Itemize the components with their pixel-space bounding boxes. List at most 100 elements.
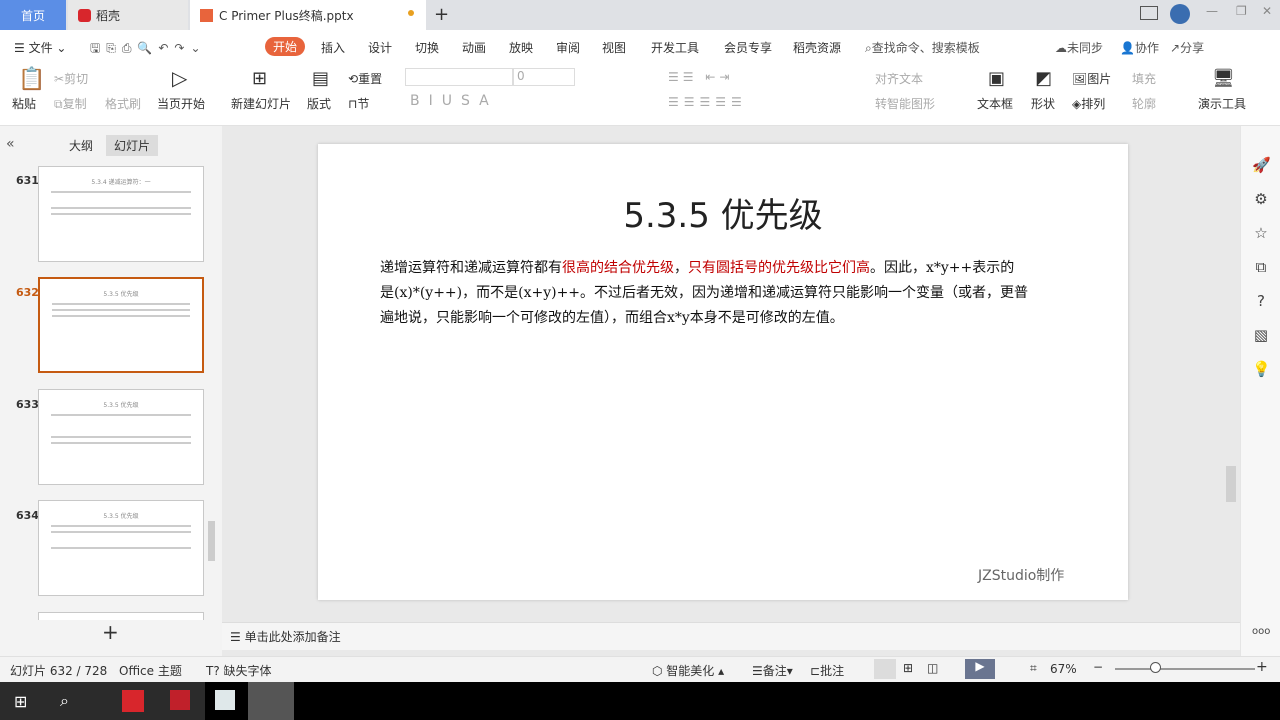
- normal-view-button[interactable]: [874, 659, 896, 679]
- paste-button[interactable]: 粘贴: [12, 95, 36, 112]
- slide-sorter-button[interactable]: ⊞: [903, 661, 913, 675]
- fill-button[interactable]: 填充: [1132, 70, 1156, 87]
- smart-art-button[interactable]: 转智能图形: [875, 95, 935, 112]
- right-sidebar: 🚀 ⚙ ☆ ⧉ ? ▧ 💡 ooo: [1240, 126, 1280, 656]
- font-style-buttons[interactable]: BIUSA: [410, 93, 498, 109]
- zoom-in-button[interactable]: +: [1256, 659, 1268, 675]
- menu-docer-resources[interactable]: 稻壳资源: [793, 39, 841, 56]
- notes-button[interactable]: ☰备注▾: [752, 662, 793, 679]
- menu-transition[interactable]: 切换: [415, 39, 439, 56]
- search-icon[interactable]: ⌕: [60, 691, 69, 711]
- tab-outline[interactable]: 大纲: [69, 137, 93, 154]
- cut-button[interactable]: ✂剪切: [54, 70, 88, 87]
- slideshow-icon[interactable]: ⧉: [1252, 258, 1270, 276]
- menu-design[interactable]: 设计: [368, 39, 392, 56]
- menu-slideshow[interactable]: 放映: [509, 39, 533, 56]
- collapse-panel-icon[interactable]: «: [6, 136, 15, 152]
- more-icon[interactable]: ooo: [1252, 626, 1270, 644]
- reading-view-button[interactable]: ◫: [927, 661, 938, 675]
- reset-button[interactable]: ⟲重置: [348, 70, 382, 87]
- slide-thumbnail[interactable]: 5.3.5 优先级: [38, 389, 204, 485]
- file-menu[interactable]: ☰ 文件 ⌄: [14, 39, 66, 56]
- zoom-level[interactable]: 67%: [1050, 662, 1077, 676]
- theme-name[interactable]: Office 主题: [119, 662, 182, 679]
- help-icon[interactable]: ?: [1252, 292, 1270, 310]
- layout-icon[interactable]: [1140, 6, 1158, 20]
- minimize-button[interactable]: —: [1206, 4, 1218, 18]
- slide-thumbnail[interactable]: [38, 612, 204, 620]
- slide-title[interactable]: 5.3.5 优先级: [318, 188, 1128, 237]
- menu-developer[interactable]: 开发工具: [651, 39, 699, 56]
- menu-review[interactable]: 审阅: [556, 39, 580, 56]
- textbox-button[interactable]: 文本框: [977, 95, 1013, 112]
- list-buttons[interactable]: ☰☰ ⇤⇥: [668, 70, 733, 84]
- avatar[interactable]: [1170, 4, 1190, 24]
- menu-view[interactable]: 视图: [602, 39, 626, 56]
- layout-button[interactable]: 版式: [307, 95, 331, 112]
- missing-font-button[interactable]: T? 缺失字体: [206, 662, 272, 679]
- quick-access-icons[interactable]: 🖫⎘⎙🔍↶↷⌄: [90, 39, 207, 60]
- search-icon: ⌕: [865, 41, 872, 55]
- arrange-button[interactable]: ◈排列: [1072, 95, 1105, 112]
- menu-animation[interactable]: 动画: [462, 39, 486, 56]
- text: 递增运算符和递减运算符都有: [380, 260, 562, 276]
- picture-button[interactable]: 🖼图片: [1072, 70, 1111, 87]
- notes-area[interactable]: ☰ 单击此处添加备注: [222, 622, 1240, 650]
- image-tools-icon[interactable]: ▧: [1252, 326, 1270, 344]
- tab-docer[interactable]: 稻壳: [68, 0, 188, 30]
- rocket-icon[interactable]: 🚀: [1252, 156, 1271, 174]
- slide-thumbnail-selected[interactable]: 5.3.5 优先级: [38, 277, 204, 373]
- star-icon[interactable]: ☆: [1252, 224, 1270, 242]
- collab-label: 协作: [1134, 41, 1159, 55]
- slide-body[interactable]: 递增运算符和递减运算符都有很高的结合优先级，只有圆括号的优先级比它们高。因此，x…: [380, 256, 1080, 331]
- slide-canvas[interactable]: 5.3.5 优先级 递增运算符和递减运算符都有很高的结合优先级，只有圆括号的优先…: [318, 144, 1128, 600]
- file-label: 文件: [28, 41, 53, 55]
- new-tab-button[interactable]: +: [434, 4, 449, 25]
- zoom-slider-handle[interactable]: [1150, 662, 1161, 673]
- sync-button[interactable]: ☁未同步: [1055, 39, 1103, 56]
- tab-slides[interactable]: 幻灯片: [106, 135, 159, 156]
- picture-label: 图片: [1087, 72, 1112, 86]
- presentation-tools-button[interactable]: 演示工具: [1198, 95, 1246, 112]
- align-text-button[interactable]: 对齐文本: [875, 70, 923, 87]
- collab-button[interactable]: 👤协作: [1120, 39, 1159, 56]
- menu-membership[interactable]: 会员专享: [724, 39, 772, 56]
- lightbulb-icon[interactable]: 💡: [1252, 360, 1271, 378]
- format-painter-button[interactable]: 格式刷: [105, 95, 141, 112]
- app-taskbar-icon[interactable]: [170, 690, 190, 710]
- maximize-button[interactable]: ❐: [1236, 4, 1247, 18]
- play-slideshow-button[interactable]: ▶: [965, 659, 995, 679]
- tab-document[interactable]: C Primer Plus终稿.pptx: [190, 0, 426, 30]
- close-button[interactable]: ✕: [1262, 4, 1272, 18]
- shape-button[interactable]: 形状: [1031, 95, 1055, 112]
- menu-insert[interactable]: 插入: [321, 39, 345, 56]
- copy-button[interactable]: ⧉复制: [54, 95, 87, 112]
- slide-thumbnail[interactable]: 5.3.5 优先级: [38, 500, 204, 596]
- editor-scrollbar[interactable]: [1226, 466, 1236, 502]
- wps-taskbar-icon[interactable]: [122, 690, 144, 712]
- new-slide-button[interactable]: 新建幻灯片: [231, 95, 291, 112]
- app-taskbar-icon[interactable]: [215, 690, 235, 710]
- align-buttons[interactable]: ☰☰☰☰☰: [668, 95, 747, 109]
- beautify-button[interactable]: ⬡ 智能美化 ▴: [652, 662, 724, 679]
- section-button[interactable]: ⊓节: [348, 95, 369, 112]
- fit-window-button[interactable]: ⌗: [1030, 661, 1037, 676]
- zoom-slider[interactable]: [1115, 668, 1255, 670]
- font-size-select[interactable]: 0: [513, 68, 575, 86]
- slide-thumbnail[interactable]: 5.3.4 递减运算符：一: [38, 166, 204, 262]
- active-taskbar-item[interactable]: [248, 682, 294, 720]
- share-button[interactable]: ↗分享: [1170, 39, 1204, 56]
- play-from-current-button[interactable]: 当页开始: [157, 95, 205, 112]
- zoom-out-button[interactable]: −: [1093, 660, 1103, 674]
- slide-panel: « 大纲 幻灯片 631 5.3.4 递减运算符：一 632 5.3.5 优先级…: [0, 126, 220, 656]
- settings-sliders-icon[interactable]: ⚙: [1252, 190, 1270, 208]
- outline-button[interactable]: 轮廓: [1132, 95, 1156, 112]
- add-slide-button[interactable]: +: [102, 620, 119, 644]
- tab-home[interactable]: 首页: [0, 0, 66, 30]
- panel-scrollbar[interactable]: [208, 521, 215, 561]
- search-command[interactable]: ⌕查找命令、搜索模板: [865, 39, 980, 56]
- comments-button[interactable]: ⊏批注: [810, 662, 844, 679]
- menu-home[interactable]: 开始: [265, 37, 306, 56]
- start-button[interactable]: ⊞: [14, 692, 27, 711]
- font-name-select[interactable]: [405, 68, 513, 86]
